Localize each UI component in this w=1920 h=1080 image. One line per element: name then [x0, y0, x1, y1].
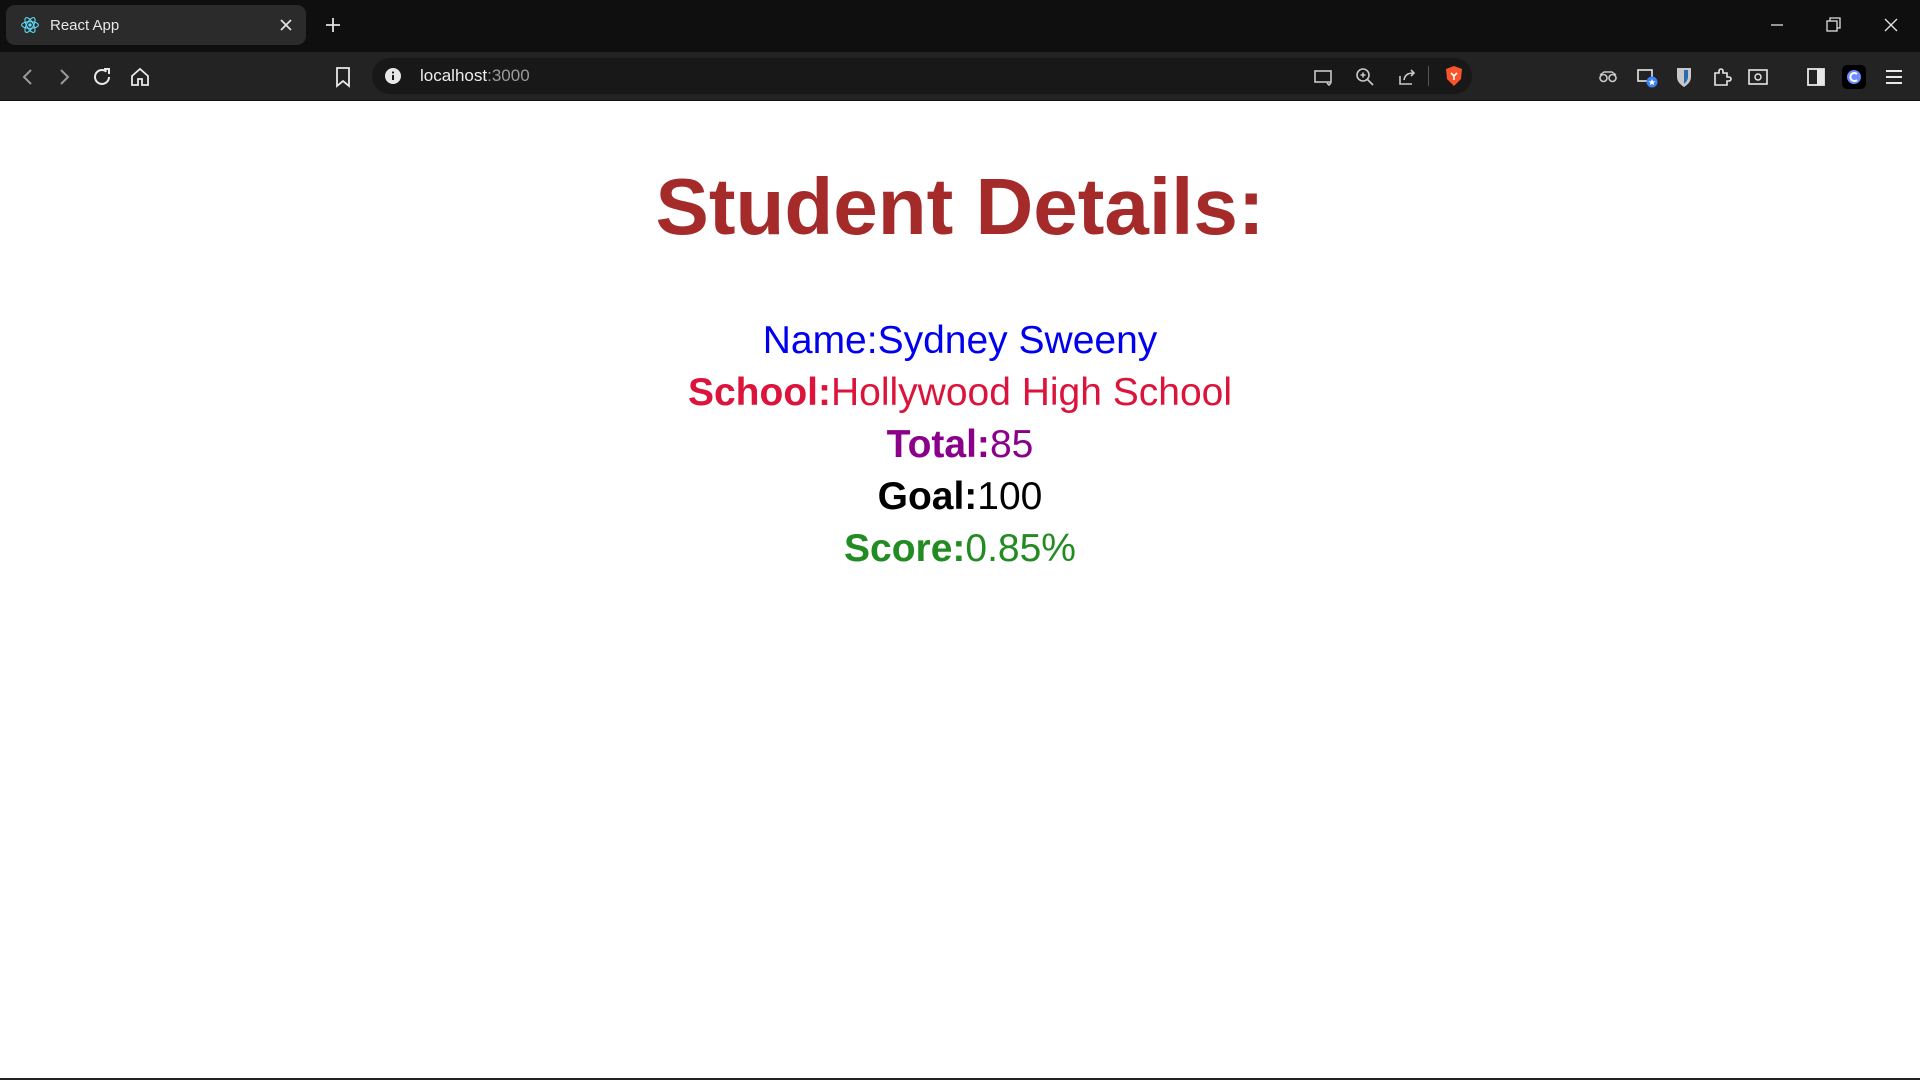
menu-icon[interactable]	[1882, 65, 1906, 89]
name-row: Name:Sydney Sweeny	[0, 315, 1920, 367]
back-icon[interactable]	[16, 65, 40, 89]
reader-mode-icon[interactable]	[1746, 65, 1770, 89]
tab-title: React App	[50, 16, 120, 34]
extension-tabs-icon[interactable]	[1635, 65, 1659, 89]
react-logo-icon	[21, 17, 39, 33]
school-row: School:Hollywood High School	[0, 367, 1920, 419]
reload-icon[interactable]	[90, 65, 114, 89]
share-icon[interactable]	[1396, 66, 1418, 88]
home-icon[interactable]	[128, 65, 152, 89]
tab-strip: React App	[0, 0, 1920, 52]
goal-row: Goal:100	[0, 471, 1920, 523]
score-row: Score:0.85%	[0, 523, 1920, 575]
goal-value: 100	[977, 475, 1043, 518]
browser-toolbar: localhost:3000	[0, 52, 1920, 101]
url-text[interactable]: localhost:3000	[420, 66, 530, 86]
total-value: 85	[989, 423, 1034, 466]
extensions-puzzle-icon[interactable]	[1710, 65, 1734, 89]
new-tab-icon[interactable]	[322, 14, 344, 36]
page-title: Student Details:	[655, 162, 1265, 251]
bookmark-icon[interactable]	[331, 65, 355, 89]
page-viewport: Student Details: Name:Sydney Sweeny Scho…	[0, 101, 1920, 1078]
restore-icon[interactable]	[1822, 14, 1844, 36]
forward-icon[interactable]	[52, 65, 76, 89]
close-window-icon[interactable]	[1880, 14, 1902, 36]
school-label: School:	[687, 371, 831, 414]
address-bar-divider	[1428, 66, 1429, 86]
sidebar-toggle-icon[interactable]	[1804, 65, 1828, 89]
minimize-icon[interactable]	[1766, 14, 1788, 36]
score-label: Score:	[844, 527, 966, 570]
school-value: Hollywood High School	[830, 371, 1233, 414]
total-label: Total:	[886, 423, 990, 466]
bitwarden-extension-icon[interactable]	[1672, 65, 1696, 89]
score-value: 0.85%	[965, 527, 1076, 570]
tab-react-app[interactable]: React App	[6, 5, 306, 45]
leo-ai-icon[interactable]	[1842, 65, 1866, 89]
total-row: Total:85	[0, 419, 1920, 471]
name-label: Name:	[762, 319, 878, 362]
brave-shields-icon[interactable]	[1442, 64, 1466, 88]
address-bar[interactable]: localhost:3000	[372, 58, 1472, 94]
goal-label: Goal:	[877, 475, 978, 518]
cast-icon[interactable]	[1312, 66, 1334, 88]
close-tab-icon[interactable]	[278, 17, 294, 33]
name-value: Sydney Sweeny	[877, 319, 1158, 362]
site-info-icon[interactable]	[384, 67, 402, 85]
zoom-icon[interactable]	[1354, 66, 1376, 88]
url-port: :3000	[487, 66, 530, 85]
privacy-extension-icon[interactable]	[1596, 65, 1620, 89]
url-host: localhost	[420, 66, 488, 85]
student-details: Name:Sydney Sweeny School:Hollywood High…	[0, 315, 1920, 575]
